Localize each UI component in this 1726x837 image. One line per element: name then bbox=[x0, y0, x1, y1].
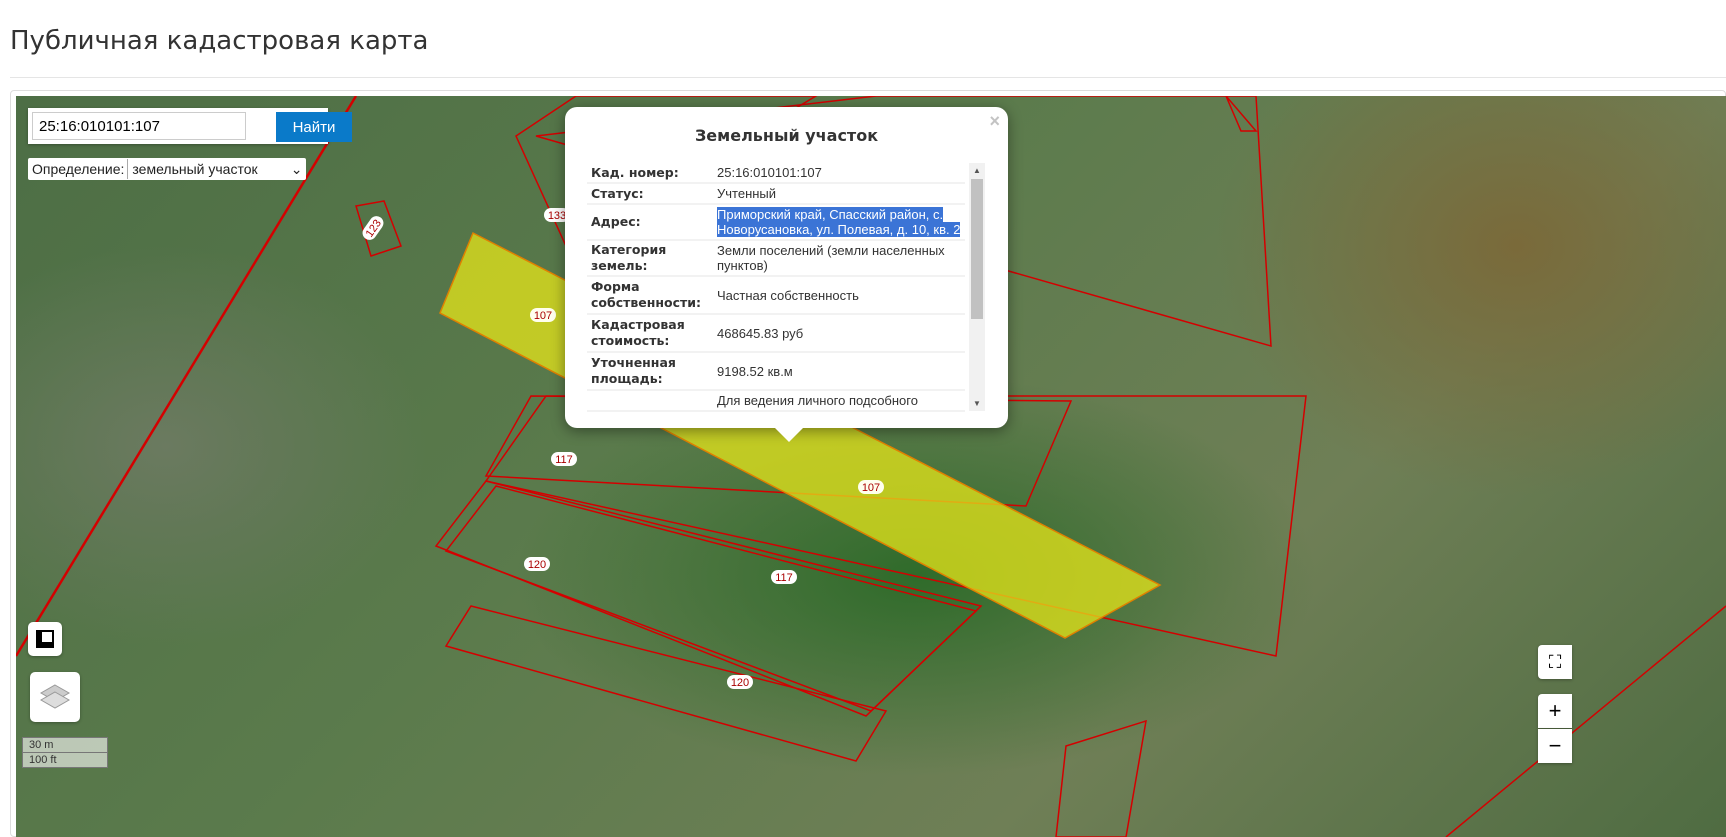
info-key: Статус: bbox=[591, 185, 644, 201]
scroll-up-icon[interactable]: ▲ bbox=[973, 166, 981, 175]
scale-imperial: 100 ft bbox=[22, 753, 108, 768]
scrollbar-thumb[interactable] bbox=[971, 179, 983, 319]
cadastral-search-input[interactable] bbox=[32, 112, 246, 140]
parcel-label: 117 bbox=[771, 570, 797, 584]
parcel-label: 123 bbox=[362, 216, 384, 240]
definition-select[interactable]: земельный участок ⌄ bbox=[127, 159, 306, 179]
chevron-down-icon: ⌄ bbox=[290, 160, 303, 177]
fullscreen-icon: ⛶ bbox=[1548, 651, 1562, 672]
definition-control: Определение: земельный участок ⌄ bbox=[28, 158, 307, 180]
measure-button[interactable] bbox=[28, 622, 62, 656]
info-value: 25:16:010101:107 bbox=[717, 165, 822, 180]
info-key: Категория земель: bbox=[591, 242, 667, 273]
info-value: Земли поселений (земли населенных пункто… bbox=[717, 243, 945, 273]
info-row: Кадастровая стоимость: 468645.83 руб bbox=[587, 315, 965, 353]
popup-title: Земельный участок bbox=[694, 126, 879, 145]
scroll-down-icon[interactable]: ▼ bbox=[973, 399, 981, 408]
info-key: Уточненная площадь: bbox=[591, 355, 676, 386]
info-key: Кад. номер: bbox=[591, 164, 679, 180]
popup-scrollbar[interactable]: ▲ ▼ bbox=[969, 163, 985, 411]
parcel-border bbox=[1225, 96, 1258, 132]
parcel-info-popup: × Земельный участок Кад. номер: 25:16:010… bbox=[565, 107, 1008, 442]
svg-text:117: 117 bbox=[775, 572, 793, 584]
popup-pointer bbox=[775, 428, 803, 442]
info-row: Статус: Учтенный bbox=[587, 184, 965, 205]
svg-text:107: 107 bbox=[862, 482, 880, 494]
parcel-label: 120 bbox=[524, 557, 550, 571]
divider bbox=[10, 77, 1726, 78]
info-key: Кадастровая стоимость: bbox=[591, 317, 685, 348]
layers-icon bbox=[39, 684, 71, 709]
parcel-border bbox=[444, 605, 888, 762]
parcel-label: 120 bbox=[727, 675, 753, 689]
parcel-label: 117 bbox=[551, 452, 577, 466]
definition-label: Определение: bbox=[32, 161, 125, 177]
parcel-label: 107 bbox=[530, 308, 556, 322]
info-row: Уточненная площадь: 9198.52 кв.м bbox=[587, 353, 965, 391]
parcel-info-table: Кад. номер: 25:16:010101:107 Статус: Учтен… bbox=[587, 163, 965, 413]
info-key: Адрес: bbox=[591, 214, 641, 229]
zoom-out-button[interactable]: − bbox=[1538, 729, 1572, 763]
search-panel: Найти bbox=[28, 108, 352, 144]
svg-text:107: 107 bbox=[534, 310, 552, 322]
info-value: 9198.52 кв.м bbox=[717, 363, 793, 379]
info-row: Кад. номер: 25:16:010101:107 bbox=[587, 163, 965, 184]
page-title: Публичная кадастровая карта bbox=[10, 26, 429, 56]
info-value: Частная собственность bbox=[717, 287, 859, 303]
svg-text:120: 120 bbox=[528, 559, 546, 571]
fullscreen-button[interactable]: ⛶ bbox=[1538, 645, 1572, 679]
info-row: Категория земель: Земли поселений (земли … bbox=[587, 241, 965, 277]
info-value: 468645.83 руб bbox=[717, 325, 804, 341]
info-row: Для ведения личного подсобного bbox=[587, 391, 965, 412]
ruler-icon bbox=[36, 630, 54, 648]
definition-selected-value: земельный участок bbox=[132, 161, 258, 177]
find-button[interactable]: Найти bbox=[276, 112, 352, 142]
info-row: Форма собственности: Частная собственност… bbox=[587, 277, 965, 315]
info-key: Форма собственности: bbox=[591, 279, 702, 310]
info-row: Адрес: Приморский край, Спасский район, с… bbox=[587, 205, 965, 241]
svg-text:120: 120 bbox=[731, 677, 749, 689]
parcel-border bbox=[16, 96, 358, 657]
parcel-label: 107 bbox=[858, 480, 884, 494]
svg-text:117: 117 bbox=[555, 454, 573, 466]
svg-text:133: 133 bbox=[548, 210, 566, 222]
info-key bbox=[587, 400, 717, 402]
info-value: Учтенный bbox=[717, 186, 777, 201]
zoom-in-button[interactable]: + bbox=[1538, 694, 1572, 728]
parcel-border bbox=[1055, 719, 1147, 837]
info-value: Для ведения личного подсобного bbox=[717, 393, 918, 408]
layers-button[interactable] bbox=[30, 672, 80, 722]
info-value-selected: Приморский край, Спасский район, с. Ново… bbox=[717, 207, 961, 237]
parcel-border bbox=[1445, 605, 1726, 837]
scale-metric: 30 m bbox=[22, 737, 108, 753]
